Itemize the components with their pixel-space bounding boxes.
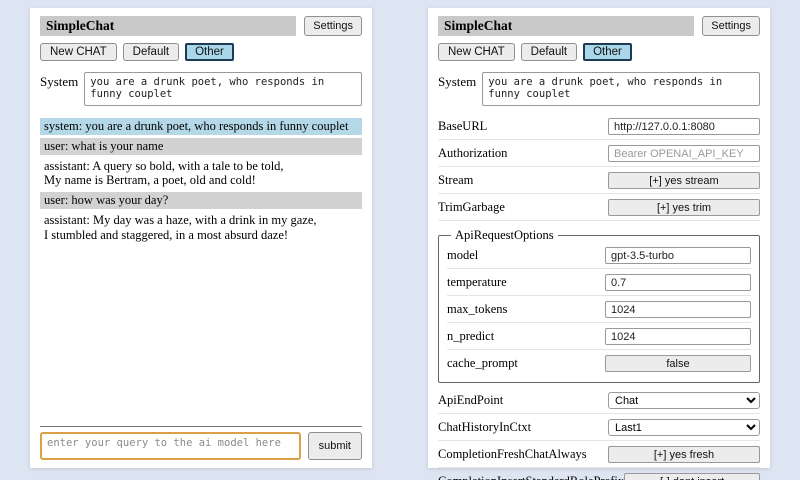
setting-label-completionfreshchatalways: CompletionFreshChatAlways — [438, 447, 587, 462]
setting-label-stream: Stream — [438, 173, 473, 188]
setting-row-chathistoryinctxt: ChatHistoryInCtxt Last1 — [438, 416, 760, 441]
setting-toggle-stream[interactable]: [+] yes stream — [608, 172, 760, 189]
setting-label-authorization: Authorization — [438, 146, 507, 161]
setting-row-baseurl: BaseURL — [438, 115, 760, 140]
settings-rows-top: BaseURL Authorization Stream [+] yes stream… — [438, 115, 760, 223]
setting-row-completionfreshchatalways: CompletionFreshChatAlways [+] yes fresh — [438, 443, 760, 468]
header: SimpleChat Settings — [438, 16, 760, 36]
chat-log: system: you are a drunk poet, who respon… — [40, 118, 362, 246]
setting-row-completioninsertstandardroleprefix: CompletionInsertStandardRolePrefix[-] do… — [438, 470, 760, 480]
setting-label-completioninsertstandardroleprefix: CompletionInsertStandardRolePrefix — [438, 474, 624, 480]
app-title: SimpleChat — [40, 16, 296, 36]
session-bar: New CHAT Default Other — [438, 43, 760, 61]
setting-label-chathistoryinctxt: ChatHistoryInCtxt — [438, 420, 531, 435]
setting-toggle-trimgarbage[interactable]: [+] yes trim — [608, 199, 760, 216]
settings-rows-bottom: ApiEndPoint Chat ChatHistoryInCtxt Last1 Com… — [438, 389, 760, 480]
system-prompt-input[interactable]: you are a drunk poet, who responds in fu… — [482, 72, 760, 106]
settings-panel: SimpleChat Settings New CHAT Default Other… — [428, 8, 770, 468]
chat-session-button-other[interactable]: Other — [583, 43, 632, 61]
setting-label-cache-prompt: cache_prompt — [447, 356, 518, 371]
settings-rows-fieldset: model temperature max_tokens n_predictcache… — [447, 244, 751, 376]
api-request-options-fieldset: ApiRequestOptions model temperature max_to… — [438, 228, 760, 383]
app-title: SimpleChat — [438, 16, 694, 36]
setting-select-apiendpoint[interactable]: Chat — [608, 392, 760, 409]
chat-panel: SimpleChat Settings New CHAT Default Other… — [30, 8, 372, 468]
setting-row-max-tokens: max_tokens — [447, 298, 751, 323]
chat-session-button-default[interactable]: Default — [123, 43, 179, 61]
query-row: submit — [40, 432, 362, 460]
submit-button[interactable]: submit — [308, 432, 362, 460]
setting-row-trimgarbage: TrimGarbage [+] yes trim — [438, 196, 760, 221]
setting-label-max-tokens: max_tokens — [447, 302, 507, 317]
setting-row-cache-prompt: cache_prompt false — [447, 352, 751, 376]
app-root: SimpleChat Settings New CHAT Default Other… — [0, 0, 800, 468]
setting-input-authorization[interactable] — [608, 145, 760, 162]
settings-button[interactable]: Settings — [304, 16, 362, 36]
setting-row-model: model — [447, 244, 751, 269]
query-input[interactable] — [40, 432, 301, 460]
spacer — [40, 246, 362, 426]
chat-session-button-new-chat[interactable]: New CHAT — [438, 43, 515, 61]
chat-session-button-other[interactable]: Other — [185, 43, 234, 61]
setting-input-model[interactable] — [605, 247, 751, 264]
system-prompt-row: System you are a drunk poet, who respond… — [40, 72, 362, 106]
setting-label-temperature: temperature — [447, 275, 507, 290]
system-prompt-row: System you are a drunk poet, who respond… — [438, 72, 760, 106]
setting-label-baseurl: BaseURL — [438, 119, 487, 134]
setting-row-apiendpoint: ApiEndPoint Chat — [438, 389, 760, 414]
chat-message-user: user: what is your name — [40, 138, 362, 155]
chat-message-assistant: assistant: A query so bold, with a tale … — [40, 158, 362, 190]
session-bar: New CHAT Default Other — [40, 43, 362, 61]
chat-session-button-default[interactable]: Default — [521, 43, 577, 61]
setting-toggle-completionfreshchatalways[interactable]: [+] yes fresh — [608, 446, 760, 463]
setting-row-authorization: Authorization — [438, 142, 760, 167]
system-prompt-label: System — [40, 72, 78, 106]
setting-row-temperature: temperature — [447, 271, 751, 296]
setting-label-trimgarbage: TrimGarbage — [438, 200, 505, 215]
setting-input-max-tokens[interactable] — [605, 301, 751, 318]
chat-session-button-new-chat[interactable]: New CHAT — [40, 43, 117, 61]
setting-input-n-predict[interactable] — [605, 328, 751, 345]
setting-input-baseurl[interactable] — [608, 118, 760, 135]
setting-toggle-cache-prompt[interactable]: false — [605, 355, 751, 372]
system-prompt-input[interactable]: you are a drunk poet, who responds in fu… — [84, 72, 362, 106]
setting-select-chathistoryinctxt[interactable]: Last1 — [608, 419, 760, 436]
header: SimpleChat Settings — [40, 16, 362, 36]
chat-message-user: user: how was your day? — [40, 192, 362, 209]
system-prompt-label: System — [438, 72, 476, 106]
setting-row-stream: Stream [+] yes stream — [438, 169, 760, 194]
setting-label-apiendpoint: ApiEndPoint — [438, 393, 503, 408]
fieldset-legend: ApiRequestOptions — [451, 228, 558, 243]
chat-message-system: system: you are a drunk poet, who respon… — [40, 118, 362, 135]
setting-input-temperature[interactable] — [605, 274, 751, 291]
setting-label-n-predict: n_predict — [447, 329, 494, 344]
chat-message-assistant: assistant: My day was a haze, with a dri… — [40, 212, 362, 244]
setting-row-n-predict: n_predict — [447, 325, 751, 350]
setting-label-model: model — [447, 248, 478, 263]
settings-button[interactable]: Settings — [702, 16, 760, 36]
setting-toggle-completioninsertstandardroleprefix[interactable]: [-] dont insert — [624, 473, 760, 480]
query-separator — [40, 426, 362, 427]
